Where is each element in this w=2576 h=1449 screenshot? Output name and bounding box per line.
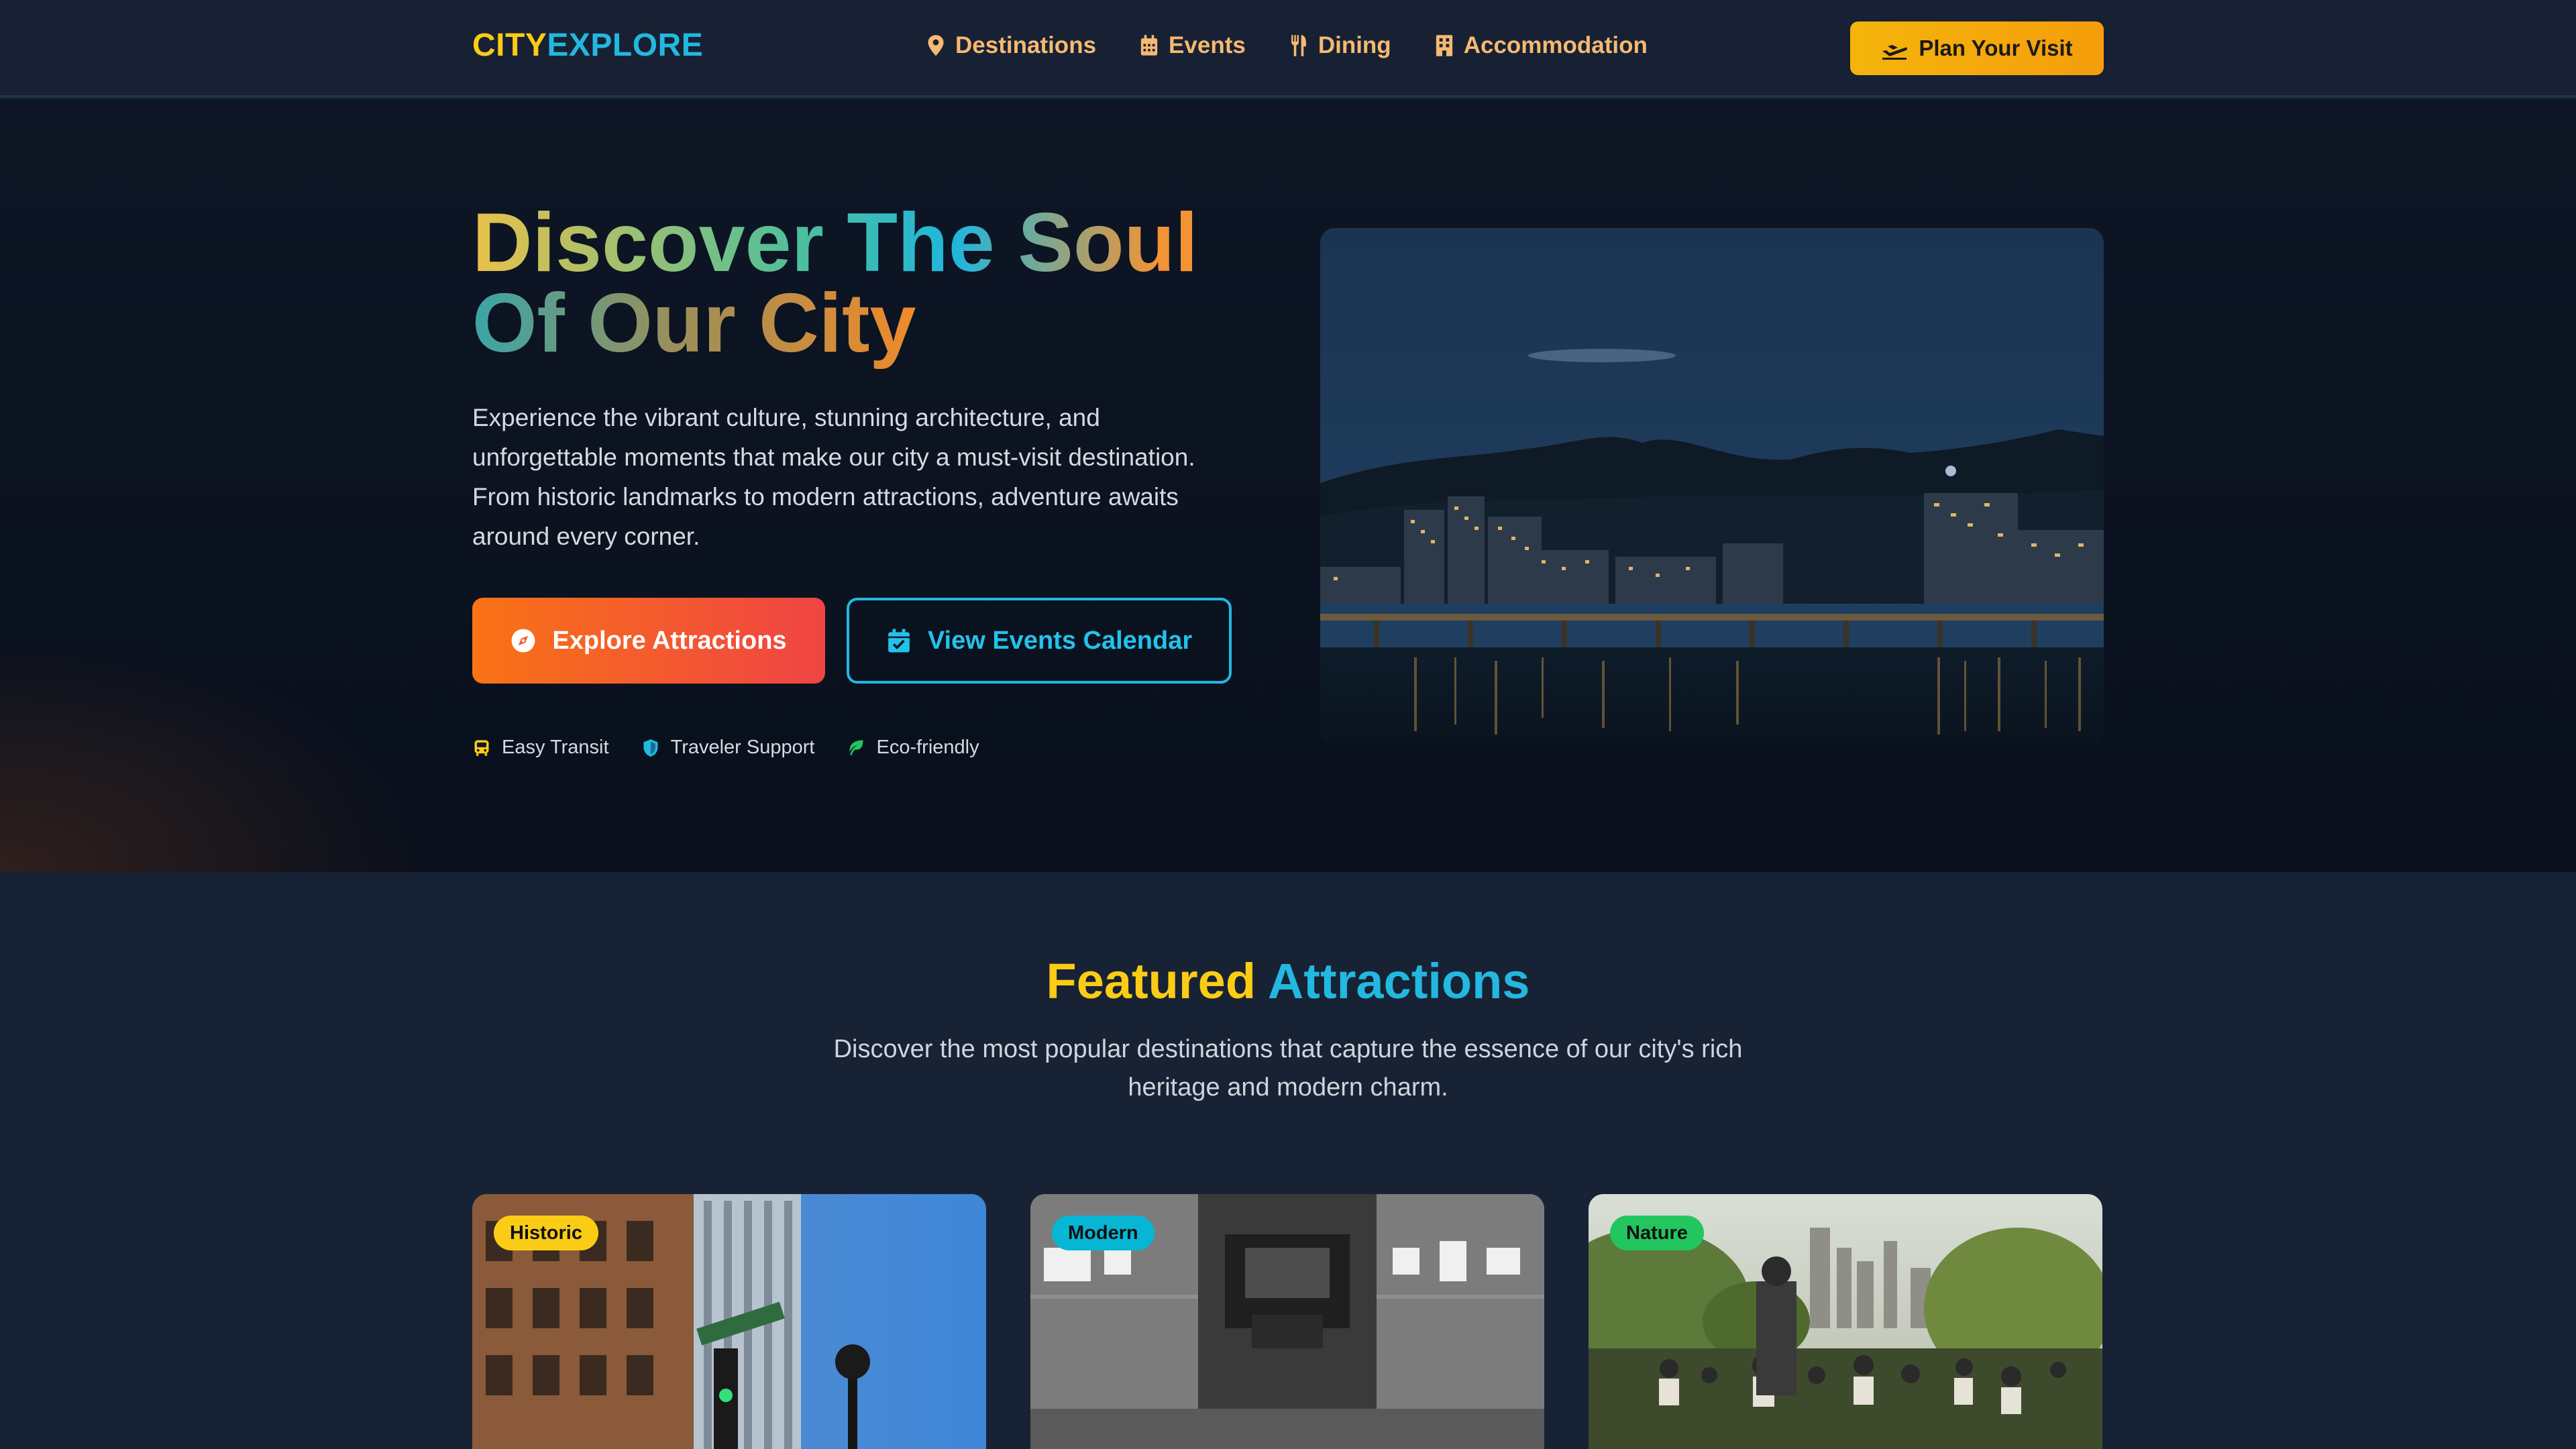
attraction-card-modern[interactable]: Modern bbox=[1030, 1194, 1544, 1449]
nav-item-dining[interactable]: Dining bbox=[1289, 32, 1391, 59]
feature-eco-friendly: Eco-friendly bbox=[847, 737, 979, 759]
card-badge-historic: Historic bbox=[494, 1216, 598, 1250]
site-header: CITYEXPLORE Destinations Events Dining A… bbox=[0, 0, 2576, 97]
plan-visit-button[interactable]: Plan Your Visit bbox=[1850, 21, 2104, 75]
hero-features: Easy Transit Traveler Support Eco-friend… bbox=[472, 737, 979, 759]
compass-icon bbox=[512, 629, 535, 653]
bus-icon bbox=[474, 739, 489, 756]
map-pin-icon bbox=[928, 35, 944, 56]
building-icon bbox=[1436, 35, 1452, 56]
nav-item-accommodation[interactable]: Accommodation bbox=[1434, 32, 1648, 59]
plan-visit-label: Plan Your Visit bbox=[1919, 36, 2073, 60]
site-logo[interactable]: CITYEXPLORE bbox=[472, 27, 703, 64]
hero-title: Discover The Soul Of Our City bbox=[472, 203, 1277, 365]
hero-section: Discover The Soul Of Our City Experience… bbox=[0, 99, 2576, 872]
feature-label: Easy Transit bbox=[502, 737, 609, 758]
nav-item-events[interactable]: Events bbox=[1139, 32, 1246, 59]
plane-icon bbox=[1882, 45, 1908, 60]
hero-title-line2: Of Our City bbox=[472, 277, 916, 370]
shield-icon bbox=[643, 739, 658, 757]
attraction-card-historic[interactable]: Historic bbox=[472, 1194, 986, 1449]
leaf-icon bbox=[850, 739, 863, 755]
feature-label: Traveler Support bbox=[670, 737, 815, 758]
featured-subtitle: Discover the most popular destinations t… bbox=[833, 1035, 1743, 1102]
feature-label: Eco-friendly bbox=[876, 737, 979, 758]
card-badge-modern: Modern bbox=[1052, 1216, 1155, 1250]
main-nav: Destinations Events Dining Accommodation bbox=[926, 32, 1648, 59]
card-badge-nature: Nature bbox=[1610, 1216, 1704, 1250]
hero-city-night-image bbox=[1320, 228, 2104, 743]
logo-part-explore: EXPLORE bbox=[547, 28, 704, 63]
nav-label: Accommodation bbox=[1463, 32, 1648, 58]
calendar-check-icon bbox=[888, 629, 910, 653]
hero-title-word-soul: The Soul bbox=[847, 197, 1198, 289]
feature-traveler-support: Traveler Support bbox=[641, 737, 815, 759]
featured-title-word2: Attractions bbox=[1267, 953, 1530, 1009]
calendar-icon bbox=[1140, 35, 1158, 56]
featured-attractions-title: Featured Attractions bbox=[0, 953, 2576, 1010]
featured-title-word1: Featured bbox=[1046, 953, 1256, 1009]
hero-title-word-discover: Discover bbox=[472, 197, 824, 289]
attraction-card-nature[interactable]: Nature bbox=[1589, 1194, 2102, 1449]
utensils-icon bbox=[1291, 35, 1306, 56]
nav-label: Dining bbox=[1318, 32, 1391, 58]
nav-item-destinations[interactable]: Destinations bbox=[926, 32, 1096, 59]
view-events-calendar-button[interactable]: View Events Calendar bbox=[847, 598, 1232, 684]
feature-easy-transit: Easy Transit bbox=[472, 737, 609, 759]
view-events-label: View Events Calendar bbox=[927, 626, 1193, 655]
hero-description: Experience the vibrant culture, stunning… bbox=[472, 404, 1195, 550]
nav-label: Destinations bbox=[955, 32, 1097, 58]
logo-part-city: CITY bbox=[472, 28, 547, 63]
nav-label: Events bbox=[1169, 32, 1246, 58]
explore-attractions-label: Explore Attractions bbox=[552, 626, 787, 655]
explore-attractions-button[interactable]: Explore Attractions bbox=[472, 598, 825, 684]
